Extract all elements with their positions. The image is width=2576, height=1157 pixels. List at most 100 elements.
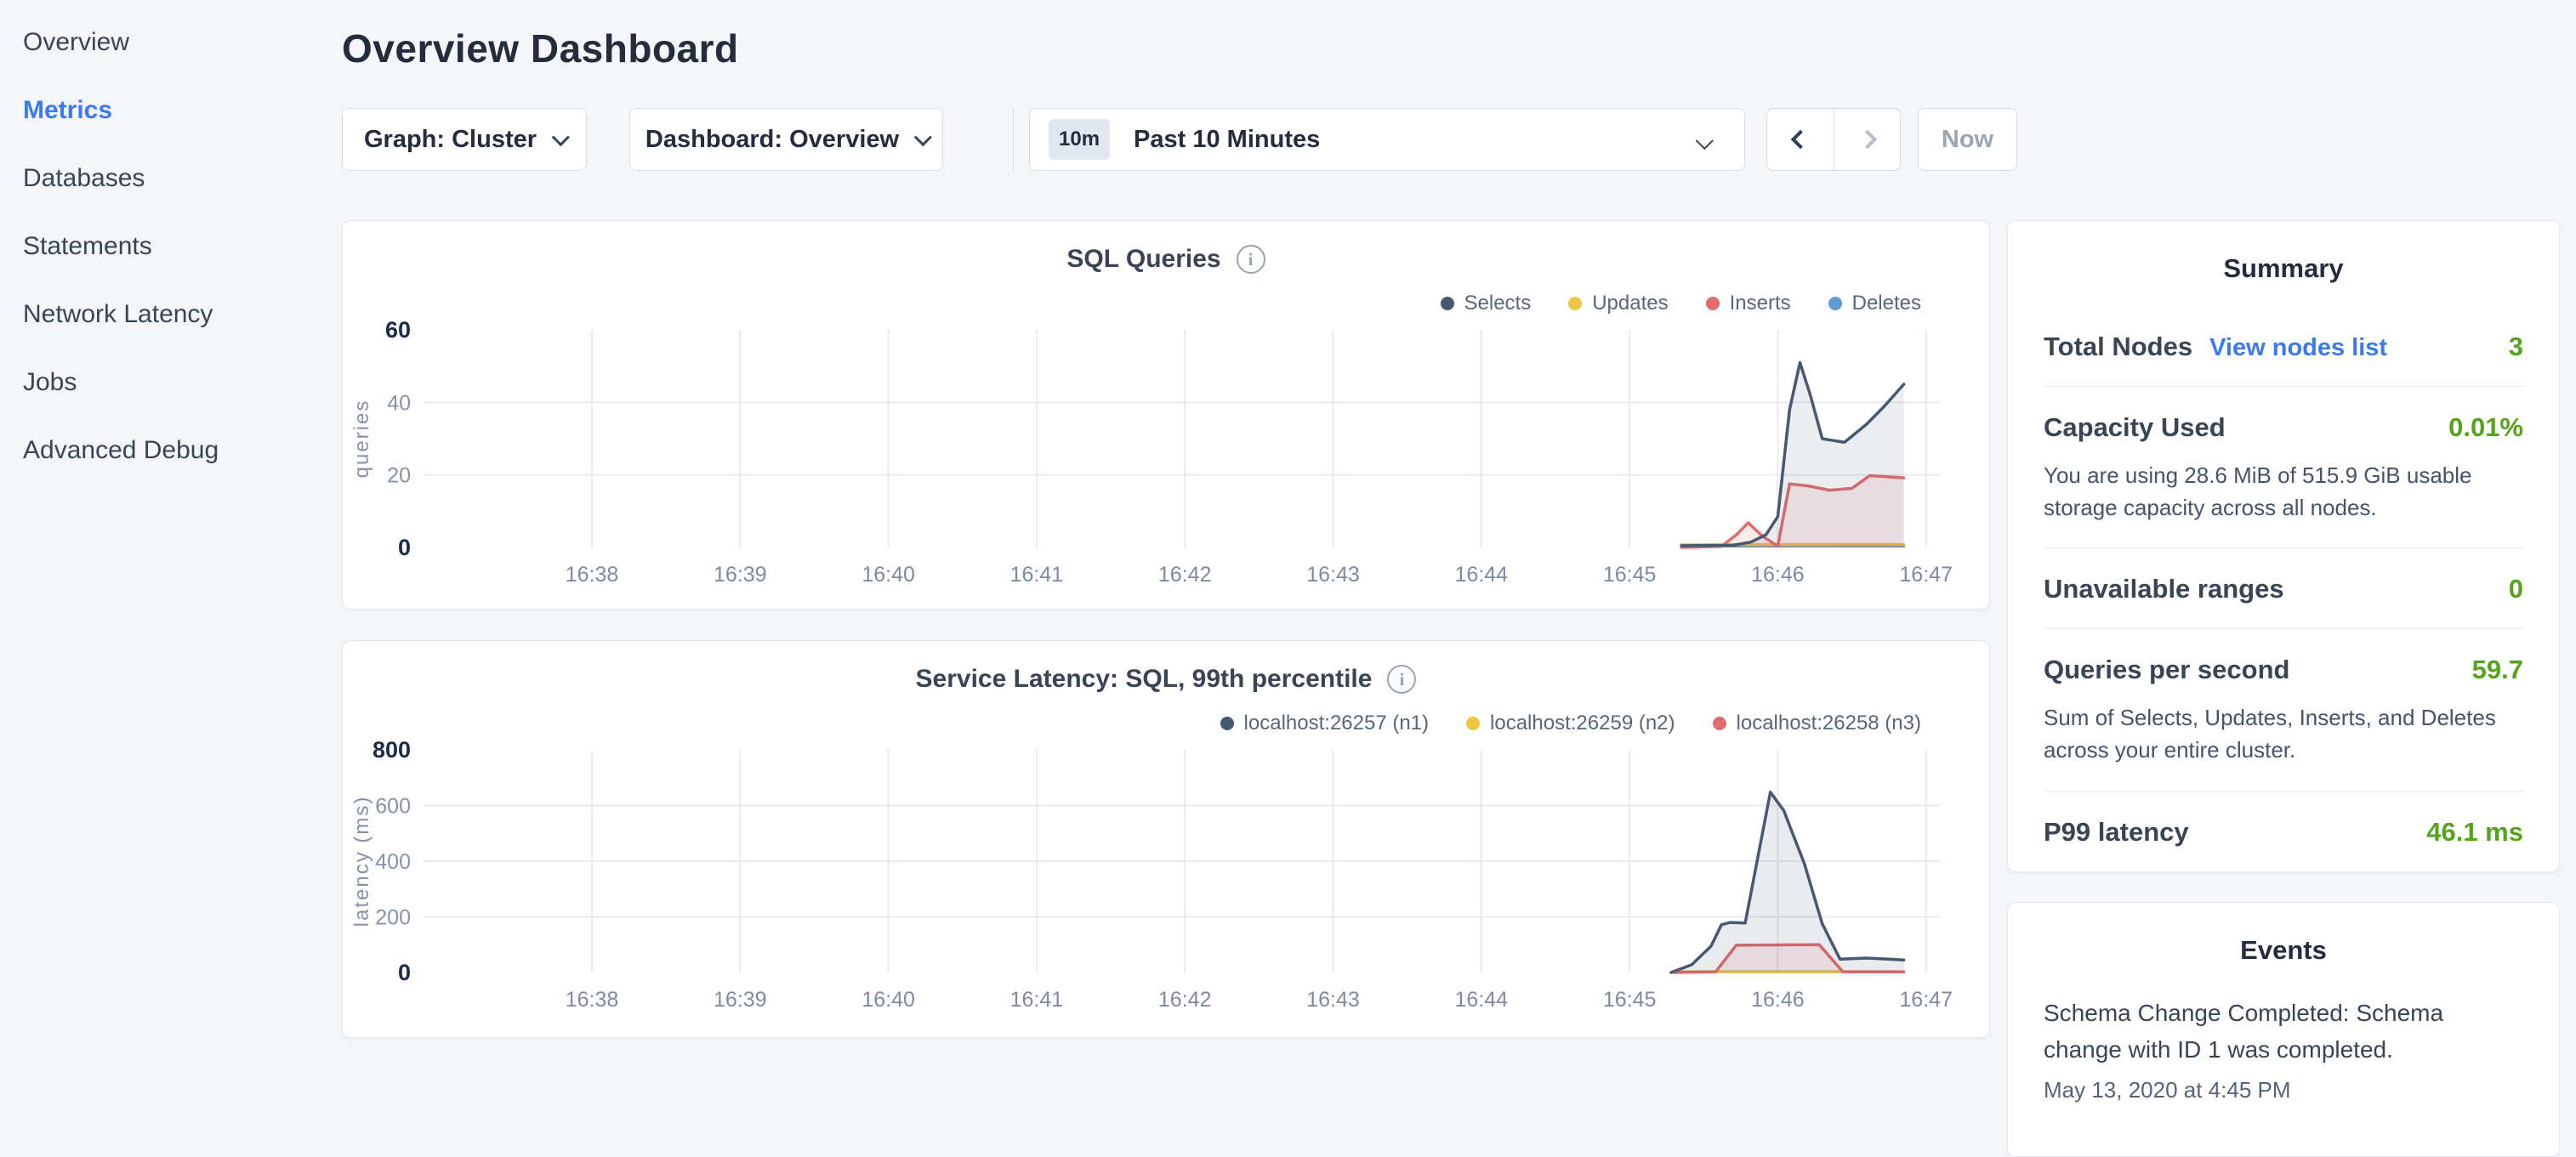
main-content: Overview Dashboard Graph: Cluster Dashbo… — [342, 0, 1990, 71]
svg-text:16:43: 16:43 — [1306, 988, 1360, 1012]
svg-text:16:45: 16:45 — [1603, 988, 1657, 1012]
toolbar: Graph: Cluster Dashboard: Overview 10m P… — [342, 108, 2017, 171]
svg-text:16:45: 16:45 — [1603, 563, 1657, 587]
svg-text:16:44: 16:44 — [1455, 988, 1509, 1012]
event-timestamp: May 13, 2020 at 4:45 PM — [2044, 1077, 2523, 1103]
legend-dot-icon — [1568, 297, 1582, 310]
info-icon[interactable]: i — [1237, 245, 1265, 274]
svg-text:16:41: 16:41 — [1010, 563, 1064, 587]
svg-text:60: 60 — [385, 320, 411, 343]
svg-text:16:46: 16:46 — [1751, 988, 1805, 1012]
legend-item[interactable]: Selects — [1441, 291, 1532, 316]
sidebar-item-databases[interactable]: Databases — [0, 145, 340, 213]
svg-text:600: 600 — [375, 795, 411, 819]
svg-text:16:46: 16:46 — [1751, 563, 1805, 587]
legend-label: localhost:26259 (n2) — [1490, 712, 1675, 735]
time-step-buttons — [1766, 108, 1901, 171]
summary-row-description: Sum of Selects, Updates, Inserts, and De… — [2044, 702, 2523, 766]
dashboard-dropdown[interactable]: Dashboard: Overview — [629, 108, 943, 171]
svg-text:16:47: 16:47 — [1899, 988, 1953, 1012]
sidebar-nav: OverviewMetricsDatabasesStatementsNetwor… — [0, 9, 340, 485]
sidebar-item-advanced-debug[interactable]: Advanced Debug — [0, 417, 340, 485]
legend-dot-icon — [1706, 297, 1720, 310]
summary-row: Capacity Used 0.01% You are using 28.6 MiB… — [2044, 386, 2523, 547]
svg-text:20: 20 — [387, 464, 411, 488]
svg-text:latency (ms): latency (ms) — [350, 796, 373, 927]
summary-row: Total NodesView nodes list3 — [2044, 306, 2523, 386]
svg-text:16:42: 16:42 — [1158, 563, 1212, 587]
toolbar-divider — [1013, 108, 1014, 171]
summary-row: P99 latency 46.1 ms — [2044, 791, 2523, 871]
chevron-down-icon — [914, 128, 932, 146]
svg-text:16:39: 16:39 — [714, 563, 767, 587]
svg-text:40: 40 — [387, 391, 411, 415]
svg-text:queries: queries — [350, 400, 373, 479]
legend-item[interactable]: localhost:26258 (n3) — [1713, 711, 1921, 736]
svg-text:16:39: 16:39 — [714, 988, 767, 1012]
chart-title: SQL Queries — [1066, 245, 1220, 274]
dashboard-label: Dashboard: Overview — [645, 126, 899, 154]
summary-row-label: Capacity Used — [2044, 412, 2226, 443]
right-column: Summary Total NodesView nodes list3Capac… — [2007, 220, 2560, 1157]
events-panel: Events Schema Change Completed: Schema c… — [2007, 902, 2560, 1157]
summary-row-description: You are using 28.6 MiB of 515.9 GiB usab… — [2044, 460, 2523, 524]
service-latency-panel: Service Latency: SQL, 99th percentile i … — [342, 640, 1990, 1038]
summary-row-value: 46.1 ms — [2426, 817, 2523, 848]
legend-item[interactable]: localhost:26257 (n1) — [1220, 711, 1429, 736]
legend-item[interactable]: Deletes — [1828, 291, 1921, 316]
time-step-back-button[interactable] — [1767, 109, 1834, 170]
info-icon[interactable]: i — [1387, 665, 1416, 694]
summary-row-label: P99 latency — [2044, 817, 2189, 848]
summary-row-label: Total Nodes — [2044, 332, 2192, 362]
sidebar-item-metrics[interactable]: Metrics — [0, 77, 340, 145]
chart-legend: Selects Updates Inserts Deletes — [343, 291, 1921, 316]
legend-label: Selects — [1464, 292, 1532, 315]
sql-queries-panel: SQL Queries i Selects Updates Inserts Delet… — [342, 220, 1990, 610]
summary-row: Queries per second 59.7 Sum of Selects, Up… — [2044, 628, 2523, 790]
svg-text:800: 800 — [372, 740, 411, 763]
legend-item[interactable]: localhost:26259 (n2) — [1466, 711, 1675, 736]
graph-scope-dropdown[interactable]: Graph: Cluster — [342, 108, 587, 171]
legend-dot-icon — [1828, 297, 1842, 310]
summary-row-label: Queries per second — [2044, 655, 2289, 685]
sidebar-item-overview[interactable]: Overview — [0, 9, 340, 77]
summary-row-value: 59.7 — [2472, 655, 2523, 685]
legend-dot-icon — [1220, 717, 1234, 730]
event-message: Schema Change Completed: Schema change w… — [2044, 995, 2523, 1069]
summary-panel: Summary Total NodesView nodes list3Capac… — [2007, 220, 2560, 872]
svg-text:16:40: 16:40 — [862, 988, 915, 1012]
event-item[interactable]: Schema Change Completed: Schema change w… — [2044, 995, 2523, 1103]
events-title: Events — [2044, 935, 2523, 966]
summary-row-value: 0.01% — [2448, 412, 2523, 443]
svg-text:16:47: 16:47 — [1899, 563, 1953, 587]
summary-row-label: Unavailable ranges — [2044, 574, 2284, 604]
chevron-left-icon — [1791, 130, 1811, 150]
svg-text:16:41: 16:41 — [1010, 988, 1064, 1012]
chart-title: Service Latency: SQL, 99th percentile — [916, 665, 1373, 694]
events-list: Schema Change Completed: Schema change w… — [2044, 995, 2523, 1103]
sidebar-item-statements[interactable]: Statements — [0, 213, 340, 281]
legend-label: Updates — [1592, 292, 1668, 315]
sidebar-item-jobs[interactable]: Jobs — [0, 349, 340, 417]
time-range-label: Past 10 Minutes — [1134, 126, 1320, 154]
svg-text:16:38: 16:38 — [566, 988, 619, 1012]
time-step-forward-button[interactable] — [1834, 109, 1900, 170]
svg-text:16:38: 16:38 — [566, 563, 619, 587]
legend-item[interactable]: Inserts — [1706, 291, 1791, 316]
svg-text:0: 0 — [398, 535, 411, 560]
graph-scope-label: Graph: Cluster — [364, 126, 537, 154]
chevron-down-icon — [552, 128, 570, 146]
view-nodes-list-link[interactable]: View nodes list — [2209, 334, 2387, 362]
time-range-selector[interactable]: 10m Past 10 Minutes — [1029, 108, 1745, 171]
legend-dot-icon — [1713, 717, 1726, 730]
chevron-right-icon — [1857, 130, 1877, 150]
page-title: Overview Dashboard — [342, 26, 1990, 71]
svg-text:16:44: 16:44 — [1455, 563, 1509, 587]
legend-label: Deletes — [1852, 292, 1921, 315]
sidebar: OverviewMetricsDatabasesStatementsNetwor… — [0, 0, 340, 1051]
sidebar-item-network-latency[interactable]: Network Latency — [0, 281, 340, 349]
legend-dot-icon — [1466, 717, 1480, 730]
now-button[interactable]: Now — [1918, 108, 2017, 171]
legend-item[interactable]: Updates — [1568, 291, 1668, 316]
legend-dot-icon — [1441, 297, 1454, 310]
